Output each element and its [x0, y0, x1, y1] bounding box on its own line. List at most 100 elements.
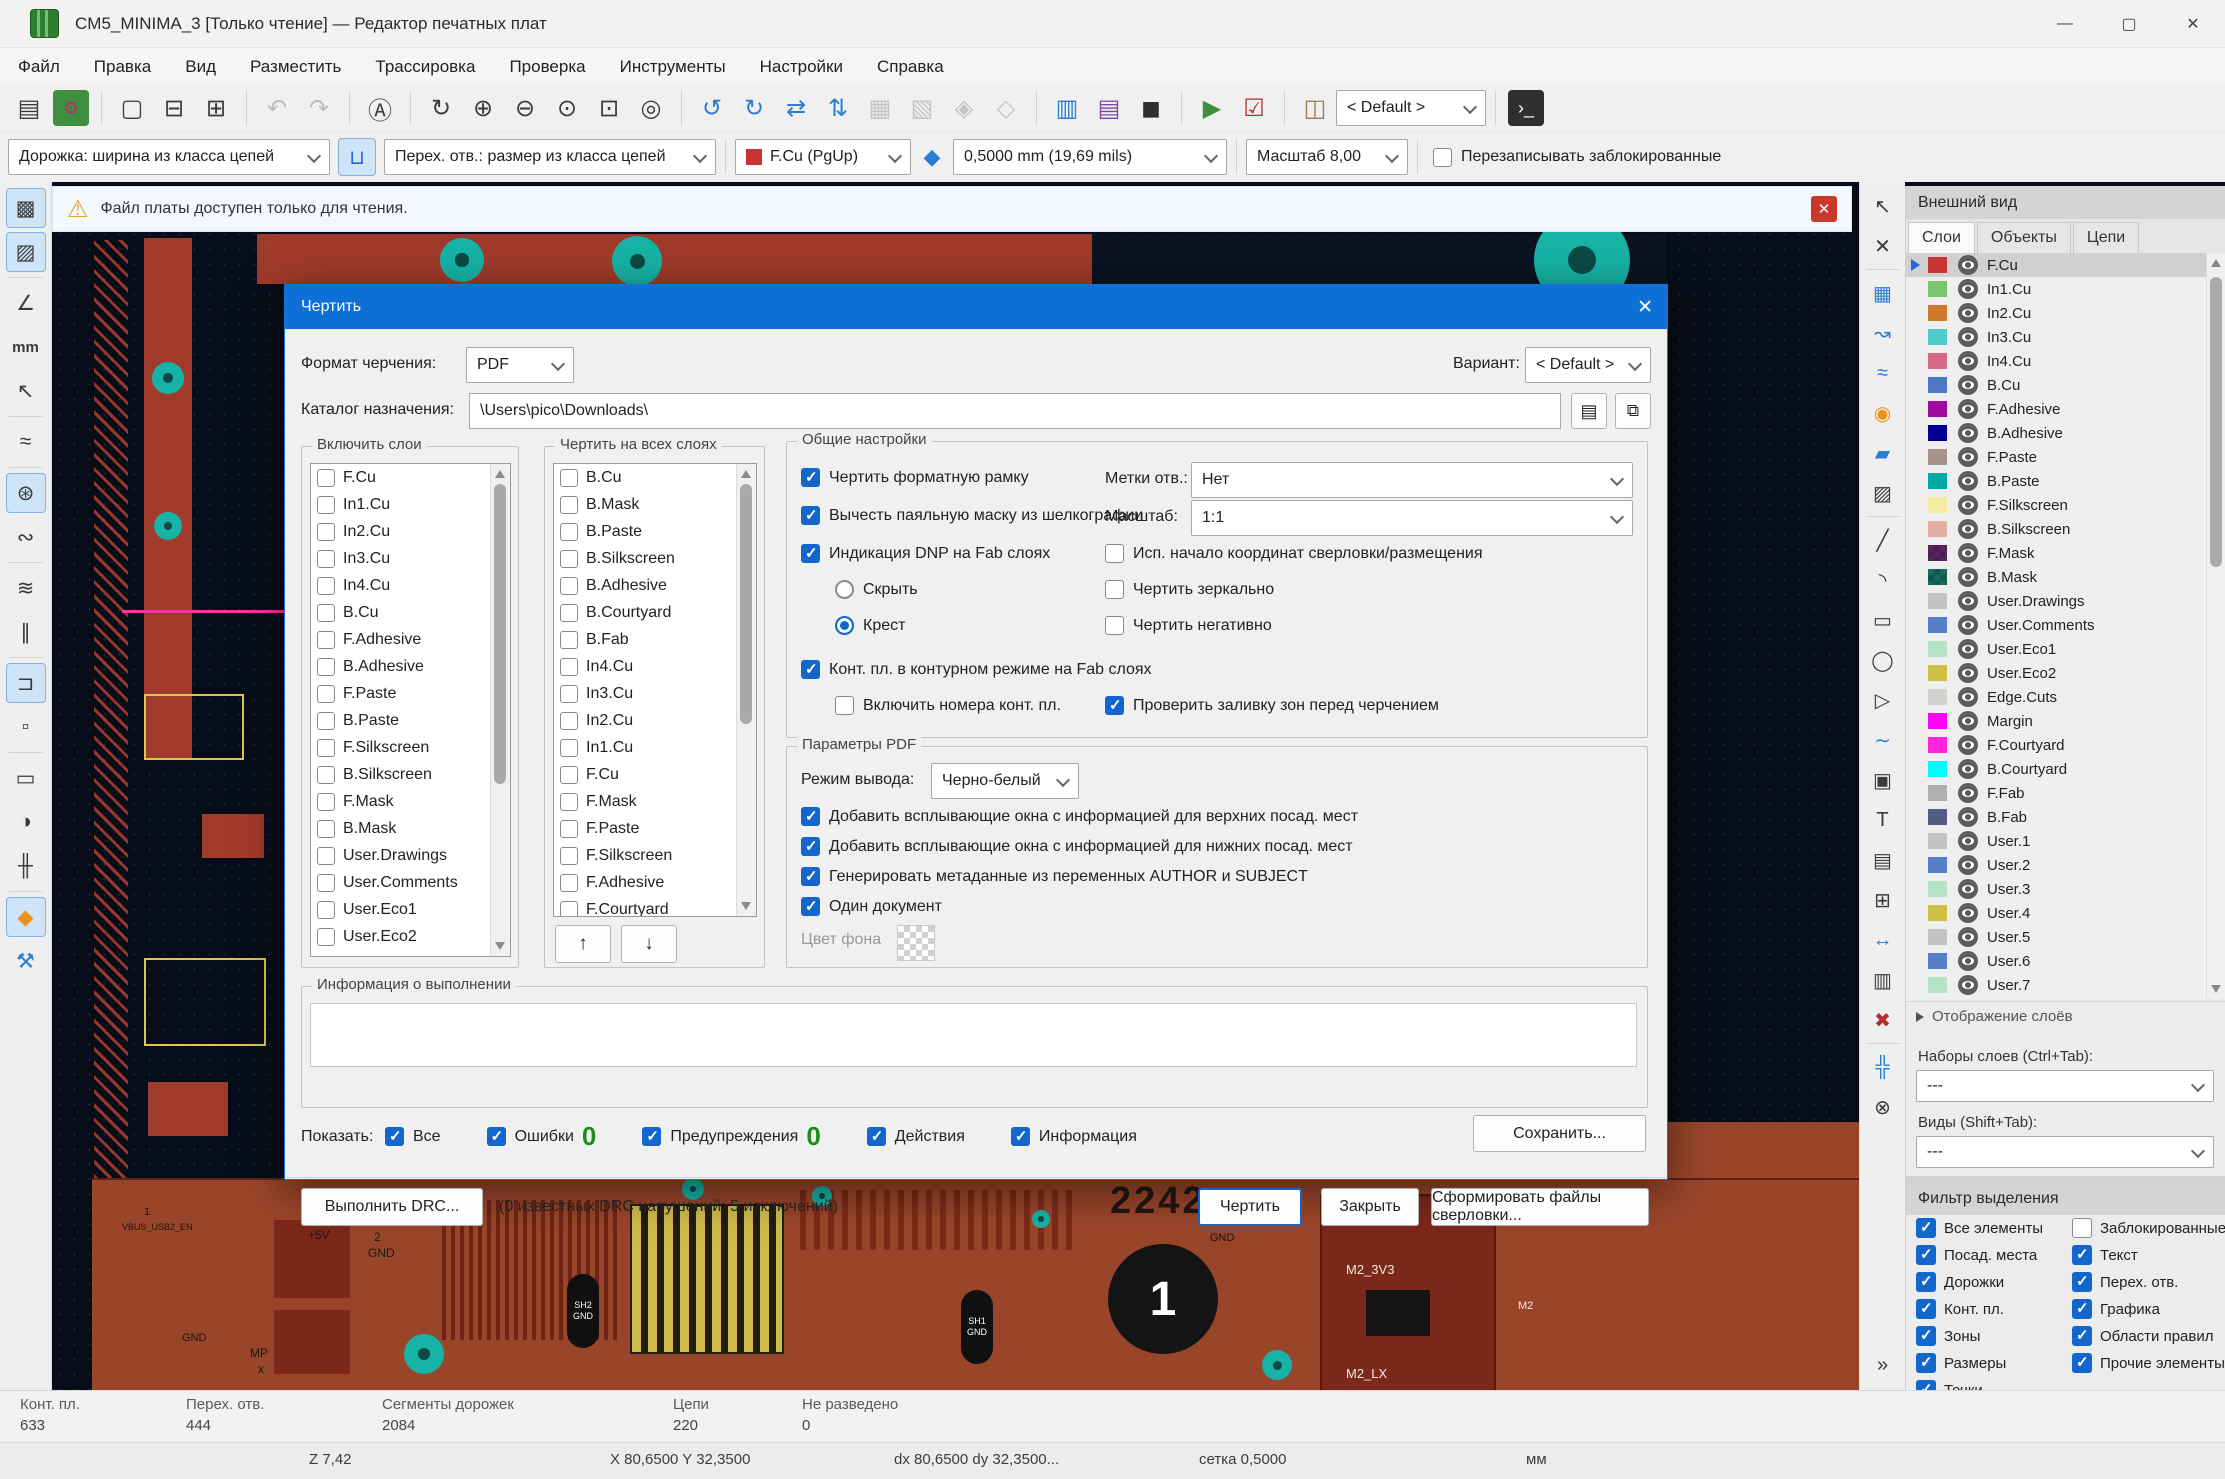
- generate-drill-files-button[interactable]: Сформировать файлы сверловки...: [1431, 1188, 1649, 1226]
- filter-left-2[interactable]: Дорожки: [1916, 1272, 2004, 1292]
- checkbox[interactable]: [2072, 1218, 2092, 1238]
- checkbox[interactable]: [642, 1127, 661, 1146]
- checkbox[interactable]: [487, 1127, 506, 1146]
- viewer-3d-icon[interactable]: ◼: [1133, 90, 1169, 126]
- zoom-select[interactable]: Масштаб 8,00: [1246, 139, 1408, 175]
- layer-list-item[interactable]: In1.Cu: [554, 734, 756, 761]
- layer-row[interactable]: User.3: [1906, 877, 2206, 901]
- move-layer-down-button[interactable]: ↓: [621, 925, 677, 963]
- visibility-eye-icon[interactable]: [1958, 447, 1978, 467]
- layer-row[interactable]: User.Drawings: [1906, 589, 2206, 613]
- checkbox[interactable]: [560, 469, 578, 487]
- checkbox[interactable]: [801, 897, 820, 916]
- front-popups-row[interactable]: Добавить всплывающие окна с информацией …: [801, 807, 1358, 826]
- checkbox[interactable]: [801, 468, 820, 487]
- visibility-eye-icon[interactable]: [1958, 399, 1978, 419]
- checkbox[interactable]: [1105, 696, 1124, 715]
- active-layer-select[interactable]: F.Cu (PgUp): [735, 139, 911, 175]
- layer-row[interactable]: In4.Cu: [1906, 349, 2206, 373]
- checkbox[interactable]: [317, 928, 335, 946]
- board-setup-icon[interactable]: ⚙: [53, 90, 89, 126]
- dnp-cross-row[interactable]: Крест: [835, 616, 905, 635]
- draw-circle-icon[interactable]: ◯: [1864, 641, 1902, 679]
- layer-list-item[interactable]: B.Cu: [554, 464, 756, 491]
- filter-left-0[interactable]: Все элементы: [1916, 1218, 2043, 1238]
- zone-fill-off-icon[interactable]: ◑: [6, 802, 46, 842]
- checkbox[interactable]: [560, 523, 578, 541]
- layer-list-item[interactable]: F.Paste: [554, 815, 756, 842]
- layer-list-item[interactable]: B.Mask: [554, 491, 756, 518]
- refresh-icon[interactable]: ↻: [423, 90, 459, 126]
- checkbox[interactable]: [560, 820, 578, 838]
- check-zones-row[interactable]: Проверить заливку зон перед черчением: [1105, 696, 1439, 715]
- layer-row[interactable]: B.Adhesive: [1906, 421, 2206, 445]
- layer-row[interactable]: In3.Cu: [1906, 325, 2206, 349]
- place-via-icon[interactable]: ◉: [1864, 394, 1902, 432]
- move-layer-up-button[interactable]: ↑: [555, 925, 611, 963]
- layer-list-item[interactable]: F.Mask: [554, 788, 756, 815]
- filter-right-0[interactable]: Заблокированные: [2072, 1218, 2225, 1238]
- netclass-icon[interactable]: ◫: [1297, 90, 1333, 126]
- route-inspect-icon[interactable]: ▶: [1194, 90, 1230, 126]
- visibility-eye-icon[interactable]: [1958, 255, 1978, 275]
- dnp-row[interactable]: Индикация DNP на Fab слоях: [801, 544, 1050, 563]
- maximize-button[interactable]: ▢: [2097, 0, 2161, 47]
- draw-zone-icon[interactable]: ▰: [1864, 434, 1902, 472]
- visibility-eye-icon[interactable]: [1958, 783, 1978, 803]
- layer-list-item[interactable]: In4.Cu: [554, 653, 756, 680]
- scrollbar[interactable]: [736, 464, 756, 916]
- layer-row[interactable]: F.Cu: [1906, 253, 2206, 277]
- checkbox[interactable]: [2072, 1272, 2092, 1292]
- grid-dots-icon[interactable]: ▩: [6, 188, 46, 228]
- layer-row[interactable]: B.Fab: [1906, 805, 2206, 829]
- checkbox[interactable]: [317, 901, 335, 919]
- layer-list-item[interactable]: B.Courtyard: [554, 599, 756, 626]
- checkbox[interactable]: [801, 867, 820, 886]
- checkbox[interactable]: [1105, 544, 1124, 563]
- layer-list-item[interactable]: User.Eco2: [311, 923, 510, 950]
- layer-list-item[interactable]: User.Comments: [311, 869, 510, 896]
- layer-list-item[interactable]: B.Fab: [554, 626, 756, 653]
- plotter-icon[interactable]: ⊞: [198, 90, 234, 126]
- variant-select[interactable]: < Default >: [1525, 347, 1651, 383]
- visibility-eye-icon[interactable]: [1958, 903, 1978, 923]
- checkbox[interactable]: [560, 712, 578, 730]
- presets-select[interactable]: ---: [1916, 1070, 2214, 1102]
- checkbox[interactable]: [1916, 1326, 1936, 1346]
- flip-board-icon[interactable]: ⇄: [778, 90, 814, 126]
- layer-row[interactable]: F.Mask: [1906, 541, 2206, 565]
- output-dir-input[interactable]: \Users\pico\Downloads\: [469, 393, 1561, 429]
- units-mm-icon[interactable]: mm: [6, 327, 46, 367]
- lock-icon[interactable]: ◈: [946, 90, 982, 126]
- checkbox[interactable]: [317, 658, 335, 676]
- visibility-eye-icon[interactable]: [1958, 303, 1978, 323]
- visibility-eye-icon[interactable]: [1958, 807, 1978, 827]
- layer-row[interactable]: In2.Cu: [1906, 301, 2206, 325]
- layer-list-item[interactable]: F.Adhesive: [554, 869, 756, 896]
- place-image-icon[interactable]: ▣: [1864, 761, 1902, 799]
- draw-bezier-icon[interactable]: ∼: [1864, 721, 1902, 759]
- layer-list-item[interactable]: In3.Cu: [311, 545, 510, 572]
- layer-manager-icon[interactable]: ◆: [6, 897, 46, 937]
- more-tools-chevron[interactable]: »: [1864, 1346, 1902, 1384]
- draw-rect-icon[interactable]: ▭: [1864, 601, 1902, 639]
- dialog-title-bar[interactable]: Чертить ✕: [285, 285, 1667, 329]
- layer-list-item[interactable]: B.Paste: [311, 707, 510, 734]
- layer-row[interactable]: User.8: [1906, 997, 2206, 999]
- grid-select[interactable]: 0,5000 mm (19,69 mils): [953, 139, 1227, 175]
- netclass-select[interactable]: < Default >: [1336, 90, 1486, 126]
- visibility-eye-icon[interactable]: [1958, 831, 1978, 851]
- checkbox[interactable]: [560, 766, 578, 784]
- inspect-graph-icon[interactable]: ≈: [6, 422, 46, 462]
- layer-list-item[interactable]: F.Mask: [311, 788, 510, 815]
- radio-button[interactable]: [835, 580, 854, 599]
- log-filter-4[interactable]: Информация: [1011, 1127, 1137, 1146]
- layer-list-item[interactable]: User.Eco1: [311, 896, 510, 923]
- visibility-eye-icon[interactable]: [1958, 423, 1978, 443]
- tab-Объекты[interactable]: Объекты: [1977, 222, 2071, 253]
- group-icon[interactable]: ▦: [862, 90, 898, 126]
- layer-row[interactable]: B.Cu: [1906, 373, 2206, 397]
- layer-display-collapse[interactable]: Отображение слоёв: [1906, 1001, 2225, 1031]
- mirror-icon[interactable]: ⇅: [820, 90, 856, 126]
- plot-border-row[interactable]: Чертить форматную рамку: [801, 468, 1029, 487]
